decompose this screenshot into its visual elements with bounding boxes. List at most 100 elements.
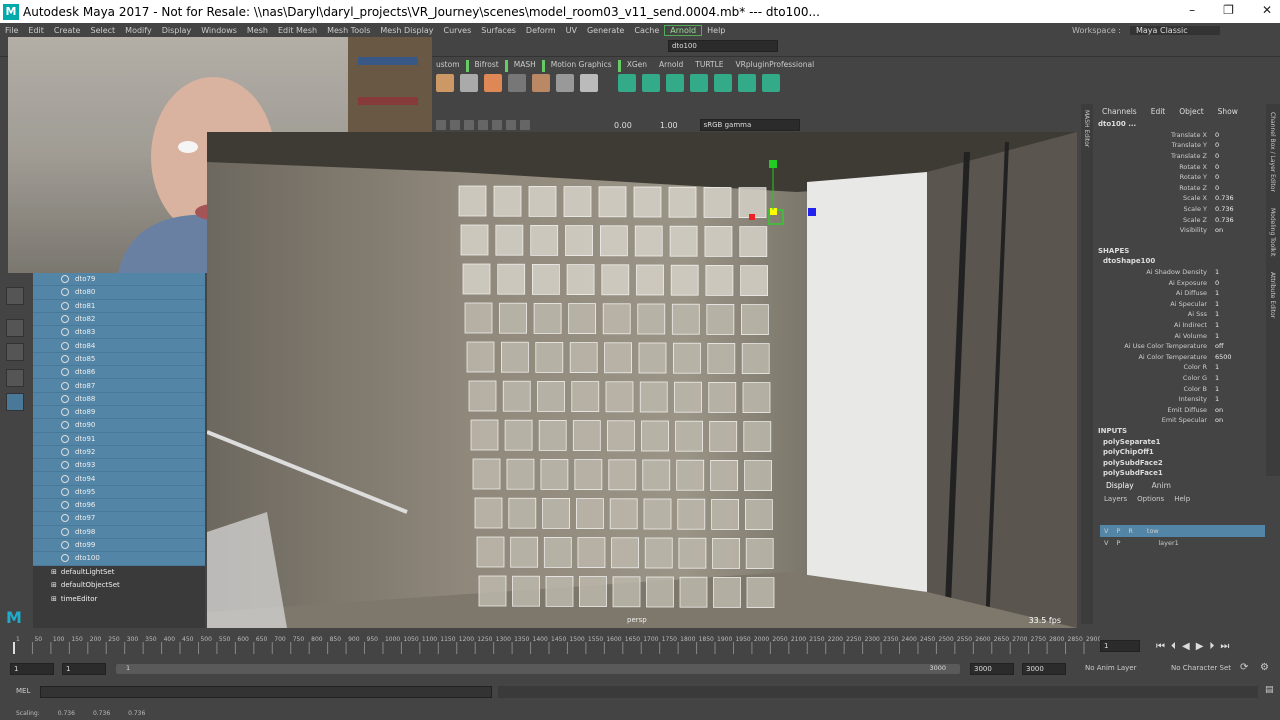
channel-value[interactable]: 1	[1215, 395, 1219, 403]
texture-icon[interactable]	[464, 120, 474, 130]
outliner-item[interactable]: dto80	[33, 286, 205, 300]
tile-mesh[interactable]	[738, 187, 767, 218]
signal-icon[interactable]	[666, 74, 684, 92]
range-bar[interactable]: 1 3000	[116, 664, 960, 674]
channel-value[interactable]: off	[1215, 342, 1223, 350]
tile-mesh[interactable]	[703, 187, 732, 218]
channel-value[interactable]: 0	[1215, 184, 1219, 192]
channel-row[interactable]: Ai Color Temperature 6500	[1093, 351, 1265, 362]
channel-row[interactable]: Ai Exposure 0	[1093, 277, 1265, 288]
shelf-tab-xgen[interactable]: XGen	[621, 60, 653, 72]
tile-mesh[interactable]	[605, 381, 634, 413]
menu-item-uv[interactable]: UV	[561, 26, 582, 35]
auto-key-icon[interactable]: ⟳	[1240, 662, 1248, 673]
tile-mesh[interactable]	[530, 225, 559, 256]
menu-item-help[interactable]: Help	[702, 26, 730, 35]
current-frame-field[interactable]: 1	[1100, 640, 1140, 652]
outliner-item[interactable]: dto95	[33, 485, 205, 500]
shelf-tab-arnold[interactable]: Arnold	[653, 60, 689, 72]
expand-icon[interactable]: ⊞	[51, 568, 57, 576]
perspective-viewport[interactable]: persp 33.5 fps	[207, 132, 1077, 628]
outliner-item[interactable]: dto98	[33, 525, 205, 539]
channel-value[interactable]: on	[1215, 226, 1223, 234]
tile-mesh[interactable]	[641, 420, 669, 452]
menu-item-deform[interactable]: Deform	[521, 26, 561, 35]
gamma-field[interactable]: 1.00	[660, 121, 678, 130]
distribute-icon[interactable]	[460, 74, 478, 92]
tile-mesh[interactable]	[602, 303, 631, 335]
tile-mesh[interactable]	[705, 264, 734, 296]
outliner-item[interactable]: dto100	[33, 552, 205, 566]
layer-name[interactable]: layer1	[1158, 539, 1178, 547]
tile-mesh[interactable]	[542, 497, 571, 529]
close-button[interactable]: ✕	[1262, 3, 1272, 17]
tile-mesh[interactable]	[464, 302, 493, 334]
tile-mesh[interactable]	[604, 342, 633, 374]
tile-mesh[interactable]	[599, 225, 628, 257]
channel-row[interactable]: Color B 1	[1093, 383, 1265, 394]
go-start-icon[interactable]: ⏮	[1156, 641, 1165, 652]
channel-row[interactable]: Color G 1	[1093, 373, 1265, 384]
channel-row[interactable]: Rotate Z 0	[1093, 183, 1265, 194]
xray-icon[interactable]	[520, 120, 530, 130]
flight-icon[interactable]	[618, 74, 636, 92]
outliner-item[interactable]: dto86	[33, 366, 205, 380]
mash-editor-tab[interactable]: MASH Editor	[1081, 104, 1093, 624]
time-slider[interactable]: 1 50 100 150 200 250 300 350 400 450 500 550 600 650 7…	[0, 632, 1101, 656]
tile-mesh[interactable]	[675, 420, 704, 452]
replicate-icon[interactable]	[556, 74, 574, 92]
tile-mesh[interactable]	[574, 459, 603, 491]
tile-mesh[interactable]	[704, 226, 733, 257]
preferences-icon[interactable]: ⚙	[1260, 662, 1269, 673]
maximize-button[interactable]: ❐	[1223, 3, 1234, 17]
time-icon[interactable]	[738, 74, 756, 92]
tile-mesh[interactable]	[606, 420, 635, 452]
outliner-item[interactable]: dto81	[33, 299, 205, 313]
tile-mesh[interactable]	[612, 576, 641, 608]
tile-mesh[interactable]	[499, 302, 527, 334]
shelf-tab-ustom[interactable]: ustom	[430, 60, 466, 72]
channel-row[interactable]: Ai Volume 1	[1093, 330, 1265, 341]
outliner-item[interactable]: dto92	[33, 445, 205, 460]
channel-value[interactable]: on	[1215, 406, 1223, 414]
tile-mesh[interactable]	[609, 498, 638, 530]
outliner-set-item[interactable]: ⊞ defaultObjectSet	[33, 578, 205, 593]
tile-mesh[interactable]	[579, 576, 607, 608]
outliner-item[interactable]: dto88	[33, 392, 205, 406]
channel-row[interactable]: Intensity 1	[1093, 394, 1265, 405]
tile-mesh[interactable]	[711, 498, 740, 530]
channel-row[interactable]: Scale X 0.736	[1093, 193, 1265, 204]
tile-mesh[interactable]	[745, 538, 774, 570]
channel-row[interactable]: Ai Use Color Temperature off	[1093, 341, 1265, 352]
channel-row[interactable]: Translate X 0	[1093, 130, 1265, 141]
orient-icon[interactable]	[642, 74, 660, 92]
tile-mesh[interactable]	[740, 265, 768, 297]
grid-icon[interactable]	[508, 74, 526, 92]
tile-mesh[interactable]	[674, 381, 702, 413]
channel-menu-object[interactable]: Object	[1179, 107, 1203, 116]
layout-single-icon[interactable]	[6, 319, 24, 337]
outliner-item[interactable]: dto82	[33, 312, 205, 327]
tile-mesh[interactable]	[672, 342, 701, 374]
tab-display[interactable]: Display	[1106, 481, 1134, 490]
menu-item-cache[interactable]: Cache	[629, 26, 664, 35]
channel-menu-edit[interactable]: Edit	[1151, 107, 1166, 116]
play-icon[interactable]: ▶	[1196, 641, 1204, 652]
tile-mesh[interactable]	[569, 342, 598, 374]
channel-row[interactable]: Translate Y 0	[1093, 140, 1265, 151]
channel-row[interactable]: Scale Z 0.736	[1093, 214, 1265, 225]
shape-name[interactable]: dtoShape100	[1093, 256, 1265, 267]
tile-mesh[interactable]	[470, 419, 499, 451]
outliner-item[interactable]: dto83	[33, 326, 205, 340]
menu-item-generate[interactable]: Generate	[582, 26, 629, 35]
tile-mesh[interactable]	[497, 263, 526, 295]
tile-mesh[interactable]	[644, 537, 673, 569]
menu-item-edit[interactable]: Edit	[23, 26, 49, 35]
tile-mesh[interactable]	[710, 459, 739, 491]
tile-mesh[interactable]	[709, 420, 738, 452]
channel-value[interactable]: 1	[1215, 300, 1219, 308]
tile-mesh[interactable]	[563, 186, 592, 217]
outliner-item[interactable]: dto79	[33, 273, 205, 287]
workspace-selector[interactable]: Workspace : Maya Classic	[1067, 23, 1220, 37]
tile-mesh[interactable]	[743, 421, 772, 453]
